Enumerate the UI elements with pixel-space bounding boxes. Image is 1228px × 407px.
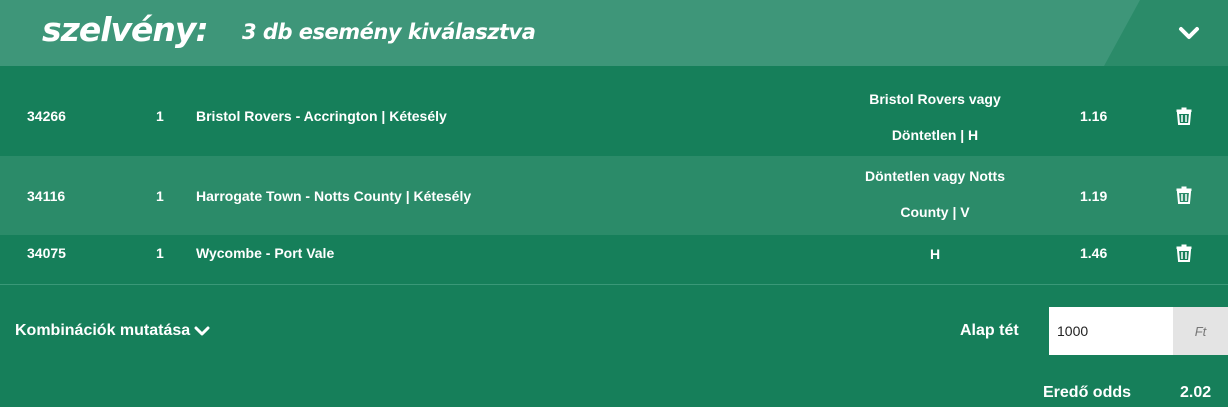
match-name: Wycombe - Port Vale xyxy=(196,245,335,261)
pick-line-2: Döntetlen | H xyxy=(891,127,979,143)
event-count: 1 xyxy=(156,245,164,261)
base-stake-label: Alap tét xyxy=(960,322,1019,339)
show-combinations-toggle[interactable]: Kombinációk mutatása xyxy=(15,322,210,340)
match-name: Bristol Rovers - Accrington | Kétesély xyxy=(196,108,447,124)
pick-line-1: Döntetlen vagy Notts xyxy=(864,168,1005,184)
pick-text: H xyxy=(830,236,1040,272)
trash-icon xyxy=(1176,186,1192,204)
delete-selection-button[interactable] xyxy=(1176,107,1192,128)
trash-icon xyxy=(1176,107,1192,125)
event-id: 34266 xyxy=(27,108,66,124)
match-name: Harrogate Town - Notts County | Kétesély xyxy=(196,188,472,204)
total-odds-label: Eredő odds xyxy=(1043,384,1132,401)
pick-line-2: County | V xyxy=(900,204,970,220)
event-id: 34075 xyxy=(27,245,66,261)
section-divider xyxy=(0,284,1228,285)
total-odds-value: 2.02 xyxy=(1180,384,1212,401)
pick-line-1: Bristol Rovers vagy xyxy=(869,91,1001,107)
pick-line-1: H xyxy=(929,246,941,262)
show-combinations-label: Kombinációk mutatása xyxy=(15,322,191,339)
odds-value: 1.46 xyxy=(1080,245,1108,261)
chevron-down-icon xyxy=(1179,27,1199,39)
ticket-header: szelvény: 3 db esemény kiválasztva xyxy=(0,0,1228,66)
selection-row: 34116 1 Harrogate Town - Notts County | … xyxy=(0,156,1228,235)
delete-selection-button[interactable] xyxy=(1176,244,1192,265)
odds-value: 1.16 xyxy=(1080,108,1108,124)
odds-value: 1.19 xyxy=(1080,188,1108,204)
event-id: 34116 xyxy=(27,188,66,204)
selection-count-subtitle: 3 db esemény kiválasztva xyxy=(242,20,536,44)
ticket-brand-title: szelvény: xyxy=(42,10,209,49)
delete-selection-button[interactable] xyxy=(1176,186,1192,207)
trash-icon xyxy=(1176,244,1192,262)
currency-unit: Ft xyxy=(1173,307,1228,355)
chevron-down-icon xyxy=(194,326,210,335)
base-stake-input[interactable] xyxy=(1049,307,1173,355)
collapse-ticket-button[interactable] xyxy=(1150,0,1228,66)
event-count: 1 xyxy=(156,108,164,124)
event-count: 1 xyxy=(156,188,164,204)
selection-row: 34075 1 Wycombe - Port Vale H 1.46 xyxy=(0,235,1228,283)
pick-text: Bristol Rovers vagy Döntetlen | H xyxy=(830,81,1040,153)
selection-row: 34266 1 Bristol Rovers - Accrington | Ké… xyxy=(0,78,1228,156)
pick-text: Döntetlen vagy Notts County | V xyxy=(830,158,1040,230)
